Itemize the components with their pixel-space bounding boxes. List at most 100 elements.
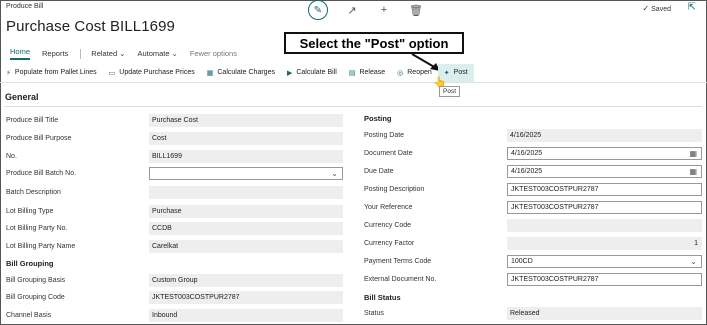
field-label: Posting Description [364,186,425,193]
batch-description-value [149,186,343,199]
field-row: Bill Grouping Code [6,291,65,304]
chevron-down-icon: ⌄ [171,49,178,58]
release-button[interactable]: ▤ Release [343,64,391,82]
field-row: Produce Bill Purpose [6,132,71,145]
field-label: Produce Bill Title [6,117,59,124]
produce-bill-batch-select[interactable]: ⌄ [149,167,343,180]
field-label: Lot Billing Type [6,208,54,215]
field-row: Posting Description [364,183,424,196]
action-label: Post [453,69,468,76]
calculate-charges-button[interactable]: ▦ Calculate Charges [201,64,281,82]
menu-automate-label: Automate [137,49,170,58]
menu-related[interactable]: Related ⌄ [91,49,125,58]
saved-status: ✓ Saved [642,4,671,13]
menu-fewer-options[interactable]: Fewer options [190,49,237,58]
action-label: Release [359,69,386,76]
field-row: Document Date [364,147,413,160]
menu-separator [80,48,82,59]
menu-home[interactable]: Home [10,47,31,60]
field-label: Your Reference [364,204,413,211]
calendar-icon[interactable]: ▦ [689,167,697,176]
field-row: Your Reference [364,201,412,214]
calculate-bill-button[interactable]: ▶ Calculate Bill [281,64,343,82]
calculator-icon: ▦ [206,69,214,77]
page-title: Purchase Cost BILL1699 [6,18,175,35]
chevron-down-icon: ⌄ [119,49,126,58]
instruction-callout: Select the "Post" option [284,32,464,54]
action-label: Update Purchase Prices [119,69,195,76]
release-icon: ▤ [348,69,356,77]
produce-bill-purpose-value: Cost [149,132,343,145]
posting-description-input[interactable]: JKTEST003COSTPUR2787 [507,183,702,196]
field-label: Due Date [364,168,394,175]
bill-grouping-code-value: JKTEST003COSTPUR2787 [149,291,343,304]
section-divider [4,106,702,107]
top-toolbar: ✎ ↗ + 🗑 [308,0,424,20]
field-label: Currency Code [364,222,412,229]
field-row: Posting Date [364,129,404,142]
posting-heading: Posting [364,114,392,123]
status-value: Released [507,307,702,320]
breadcrumb[interactable]: Produce Bill [6,3,43,10]
action-label: Populate from Pallet Lines [14,69,97,76]
channel-basis-value: Inbound [149,309,343,322]
field-row: Lot Billing Type [6,205,53,218]
field-row: Lot Billing Party Name [6,240,75,253]
saved-label: Saved [651,6,671,13]
payment-terms-code-select[interactable]: 100CD ⌄ [507,255,702,268]
field-row: Produce Bill Title [6,114,58,127]
field-label: Channel Basis [6,312,52,319]
check-icon: ✓ [642,4,650,13]
due-date-input[interactable]: 4/16/2025 ▦ [507,165,702,178]
bill-status-heading: Bill Status [364,293,401,302]
open-new-window-icon[interactable]: ⇱ [688,2,696,13]
document-date-input[interactable]: 4/16/2025 ▦ [507,147,702,160]
action-label: Calculate Charges [217,69,275,76]
chevron-down-icon: ⌄ [690,257,697,266]
lot-billing-party-no-value: CCDB [149,222,343,235]
field-row: Currency Factor [364,237,414,250]
payment-terms-value: 100CD [511,258,533,265]
field-row: Payment Terms Code [364,255,431,268]
reopen-icon: ◎ [397,69,404,77]
section-general-title[interactable]: General [5,92,39,102]
field-label: Currency Factor [364,240,415,247]
reopen-button[interactable]: ◎ Reopen [391,64,438,82]
document-date-value: 4/16/2025 [511,150,543,157]
currency-factor-value: 1 [507,237,702,250]
external-document-no-input[interactable]: JKTEST003COSTPUR2787 [507,273,702,286]
post-tooltip: Post [439,86,461,97]
field-label: External Document No. [364,276,437,283]
delete-trash-icon[interactable]: 🗑 [408,4,424,17]
field-row: Due Date [364,165,394,178]
field-label: No. [6,153,17,160]
menu-automate[interactable]: Automate ⌄ [137,49,177,58]
field-row: Status [364,307,384,320]
field-row: External Document No. [364,273,436,286]
new-plus-icon[interactable]: + [376,4,392,16]
share-icon[interactable]: ↗ [344,4,360,17]
menu-reports[interactable]: Reports [42,49,68,58]
field-label: Status [364,310,384,317]
field-label: Batch Description [6,189,61,196]
produce-bill-title-value: Purchase Cost [149,114,343,127]
price-update-icon: ▭ [108,69,116,77]
calendar-icon[interactable]: ▦ [689,149,697,158]
lightning-icon: ⚡ [6,69,11,77]
bill-grouping-basis-value: Custom Group [149,274,343,287]
your-reference-input[interactable]: JKTEST003COSTPUR2787 [507,201,702,214]
action-menu: Home Reports Related ⌄ Automate ⌄ Fewer op… [10,47,249,60]
actions-toolbar: ⚡ Populate from Pallet Lines ▭ Update Purc… [0,63,707,83]
field-label: Bill Grouping Basis [6,277,66,284]
field-row: Lot Billing Party No. [6,222,67,235]
lot-billing-type-value: Purchase [149,205,343,218]
field-label: Produce Bill Purpose [6,135,72,142]
update-purchase-prices-button[interactable]: ▭ Update Purchase Prices [103,64,201,82]
field-label: Posting Date [364,132,405,139]
populate-from-pallet-lines-button[interactable]: ⚡ Populate from Pallet Lines [0,64,103,82]
field-label: Payment Terms Code [364,258,432,265]
edit-pencil-icon[interactable]: ✎ [308,0,328,20]
field-label: Document Date [364,150,413,157]
field-row: Bill Grouping Basis [6,274,65,287]
field-row: Channel Basis [6,309,51,322]
